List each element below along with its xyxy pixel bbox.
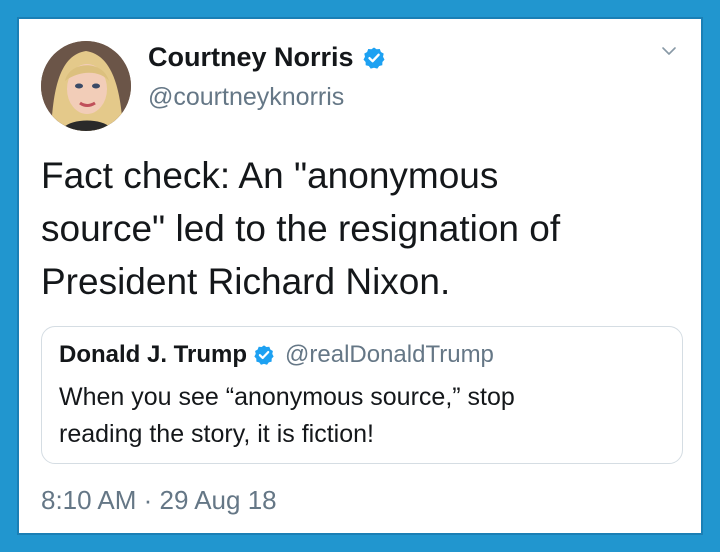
- verified-badge-icon: [362, 46, 386, 70]
- author-handle[interactable]: @courtneyknorris: [148, 83, 344, 112]
- author-name-row: Courtney Norris: [148, 42, 386, 73]
- author-display-name[interactable]: Courtney Norris: [148, 42, 354, 73]
- quoted-tweet[interactable]: Donald J. Trump @realDonaldTrump When yo…: [41, 326, 683, 464]
- chevron-down-icon[interactable]: [659, 41, 679, 61]
- quoted-tweet-text: When you see “anonymous source,” stop re…: [59, 383, 515, 448]
- screenshot-frame: Courtney Norris @courtneyknorris Fact ch…: [0, 0, 720, 552]
- verified-badge-icon: [253, 344, 275, 366]
- quoted-author-handle: @realDonaldTrump: [285, 341, 494, 368]
- tweet-card: Courtney Norris @courtneyknorris Fact ch…: [17, 17, 703, 535]
- quoted-tweet-header: Donald J. Trump @realDonaldTrump: [59, 341, 494, 369]
- avatar[interactable]: [41, 41, 131, 131]
- tweet-timestamp[interactable]: 8:10 AM · 29 Aug 18: [41, 485, 277, 516]
- tweet-text: Fact check: An "anonymous source" led to…: [41, 155, 561, 302]
- quoted-author-name: Donald J. Trump: [59, 341, 248, 368]
